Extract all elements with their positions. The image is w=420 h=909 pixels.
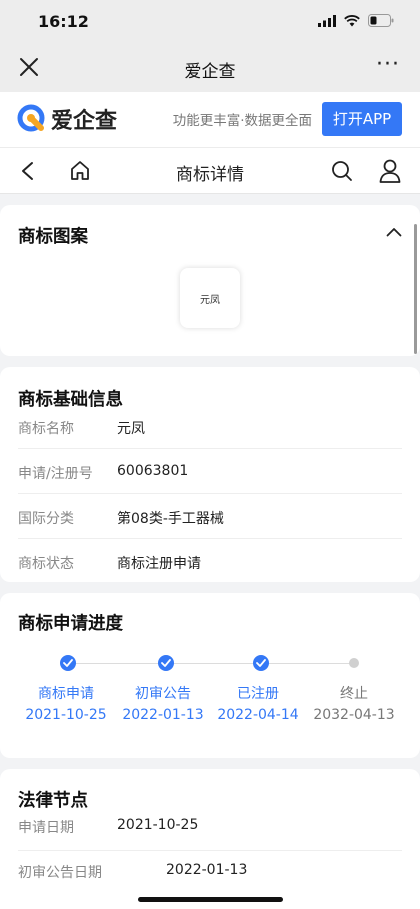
step-check-icon	[158, 655, 174, 671]
page-nav: 商标详情	[0, 148, 420, 194]
brand-slogan: 功能更丰富·数据更全面	[172, 113, 312, 129]
info-value: 2021-10-25	[117, 817, 199, 833]
info-row: 申请日期 2021-10-25	[18, 807, 402, 851]
section-title: 商标申请进度	[18, 614, 123, 634]
search-icon[interactable]	[330, 159, 354, 183]
step-label: 终止	[340, 686, 368, 702]
info-label: 申请/注册号	[18, 466, 93, 482]
info-value: 第08类-手工器械	[117, 511, 224, 527]
chevron-up-icon[interactable]	[386, 227, 402, 237]
step-date: 2032-04-13	[313, 707, 395, 723]
wifi-icon	[344, 14, 360, 26]
info-row: 商标状态 商标注册申请	[18, 540, 402, 584]
section-title: 商标图案	[18, 227, 88, 247]
battery-icon	[368, 14, 394, 27]
brand-bar: 爱企查 功能更丰富·数据更全面 打开APP	[0, 92, 420, 148]
step-date: 2022-04-14	[217, 707, 299, 723]
info-label: 申请日期	[18, 820, 74, 836]
info-label: 商标名称	[18, 421, 74, 437]
step-label: 已注册	[237, 686, 279, 702]
info-label: 初审公告日期	[18, 865, 102, 881]
info-row: 商标名称 元凤	[18, 405, 402, 449]
brand-logo[interactable]: 爱企查	[17, 103, 117, 135]
info-row: 初审公告日期 2022-01-13	[18, 852, 402, 896]
application-progress-card: 商标申请进度	[0, 593, 420, 758]
status-time: 16:12	[38, 12, 89, 31]
step-label: 初审公告	[135, 686, 191, 702]
info-value: 商标注册申请	[117, 556, 201, 572]
status-icons	[318, 14, 394, 27]
step-label: 商标申请	[38, 686, 94, 702]
open-app-button[interactable]: 打开APP	[322, 102, 402, 136]
info-label: 商标状态	[18, 556, 74, 572]
wechat-title: 爱企查	[184, 62, 236, 82]
step-pending-dot	[349, 658, 359, 668]
progress-track-done	[166, 663, 261, 664]
info-row: 国际分类 第08类-手工器械	[18, 495, 402, 539]
info-value: 60063801	[117, 463, 189, 479]
info-value: 元凤	[117, 421, 145, 437]
info-value: 2022-01-13	[166, 862, 248, 878]
step-date: 2022-01-13	[122, 707, 204, 723]
scrollbar[interactable]	[414, 224, 417, 354]
wechat-nav-bar: 爱企查 ···	[0, 44, 420, 92]
more-menu-icon[interactable]: ···	[376, 54, 400, 76]
step-check-icon	[60, 655, 76, 671]
signal-icon	[318, 14, 336, 27]
step-date: 2021-10-25	[25, 707, 107, 723]
trademark-pattern-card: 商标图案 元凤	[0, 205, 420, 356]
progress-track-pending	[261, 663, 354, 664]
trademark-basic-info-card: 商标基础信息 商标名称 元凤 申请/注册号 60063801 国际分类 第08类…	[0, 367, 420, 582]
step-check-icon	[253, 655, 269, 671]
trademark-image[interactable]: 元凤	[180, 268, 240, 328]
info-label: 国际分类	[18, 511, 74, 527]
status-bar: 16:12	[0, 0, 420, 44]
info-row: 申请/注册号 60063801	[18, 450, 402, 494]
page-title: 商标详情	[176, 165, 244, 185]
progress-track-done	[68, 663, 166, 664]
brand-name: 爱企查	[51, 109, 118, 134]
home-indicator[interactable]	[138, 897, 283, 902]
aiqicha-logo-icon	[17, 104, 45, 132]
user-icon[interactable]	[378, 158, 402, 184]
legal-nodes-card: 法律节点 申请日期 2021-10-25 初审公告日期 2022-01-13	[0, 769, 420, 909]
